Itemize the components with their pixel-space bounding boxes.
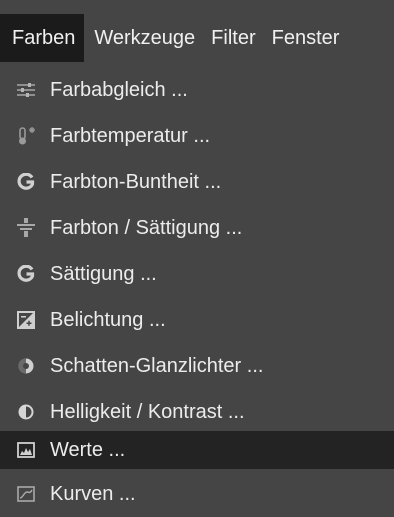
menu-item-saettigung[interactable]: Sättigung ... (0, 255, 394, 293)
menu-filter[interactable]: Filter (201, 14, 261, 62)
menu-item-kurven[interactable]: Kurven ... (0, 475, 394, 513)
menu-fenster[interactable]: Fenster (262, 14, 346, 62)
g-icon (16, 172, 36, 192)
menu-item-farbtemperatur[interactable]: Farbtemperatur ... (0, 117, 394, 155)
g-icon (16, 264, 36, 284)
brightness-contrast-icon (16, 402, 36, 422)
menu-bar: Farben Werkzeuge Filter Fenster (0, 0, 394, 62)
menu-item-label: Schatten-Glanzlichter ... (50, 355, 264, 377)
curves-icon (16, 484, 36, 504)
menu-item-label: Kurven ... (50, 483, 136, 505)
farben-dropdown-menu: Farbabgleich ... Farbtemperatur ... Farb… (0, 62, 394, 517)
menu-item-schatten-glanzlichter[interactable]: Schatten-Glanzlichter ... (0, 347, 394, 385)
color-balance-icon (16, 80, 36, 100)
menu-item-label: Farbtemperatur ... (50, 125, 211, 147)
menu-item-belichtung[interactable]: Belichtung ... (0, 301, 394, 339)
menu-item-label: Helligkeit / Kontrast ... (50, 401, 245, 423)
exposure-icon (16, 310, 36, 330)
menu-item-label: Farbton / Sättigung ... (50, 217, 243, 239)
menu-farben[interactable]: Farben (0, 14, 85, 62)
menu-werkzeuge[interactable]: Werkzeuge (84, 14, 201, 62)
menu-item-label: Belichtung ... (50, 309, 166, 331)
menu-item-label: Farbton-Buntheit ... (50, 171, 222, 193)
menu-item-label: Farbabgleich ... (50, 79, 188, 101)
menu-item-helligkeit-kontrast[interactable]: Helligkeit / Kontrast ... (0, 393, 394, 431)
menu-item-farbton-buntheit[interactable]: Farbton-Buntheit ... (0, 163, 394, 201)
menu-item-label: Werte ... (50, 439, 126, 461)
shadows-highlights-icon (16, 356, 36, 376)
menu-item-farbton-saettigung[interactable]: Farbton / Sättigung ... (0, 209, 394, 247)
menu-item-label: Sättigung ... (50, 263, 157, 285)
menu-item-werte[interactable]: Werte ... (0, 431, 394, 469)
thermometer-icon (16, 126, 36, 146)
menu-item-farbabgleich[interactable]: Farbabgleich ... (0, 71, 394, 109)
hue-saturation-icon (16, 218, 36, 238)
levels-icon (16, 440, 36, 460)
